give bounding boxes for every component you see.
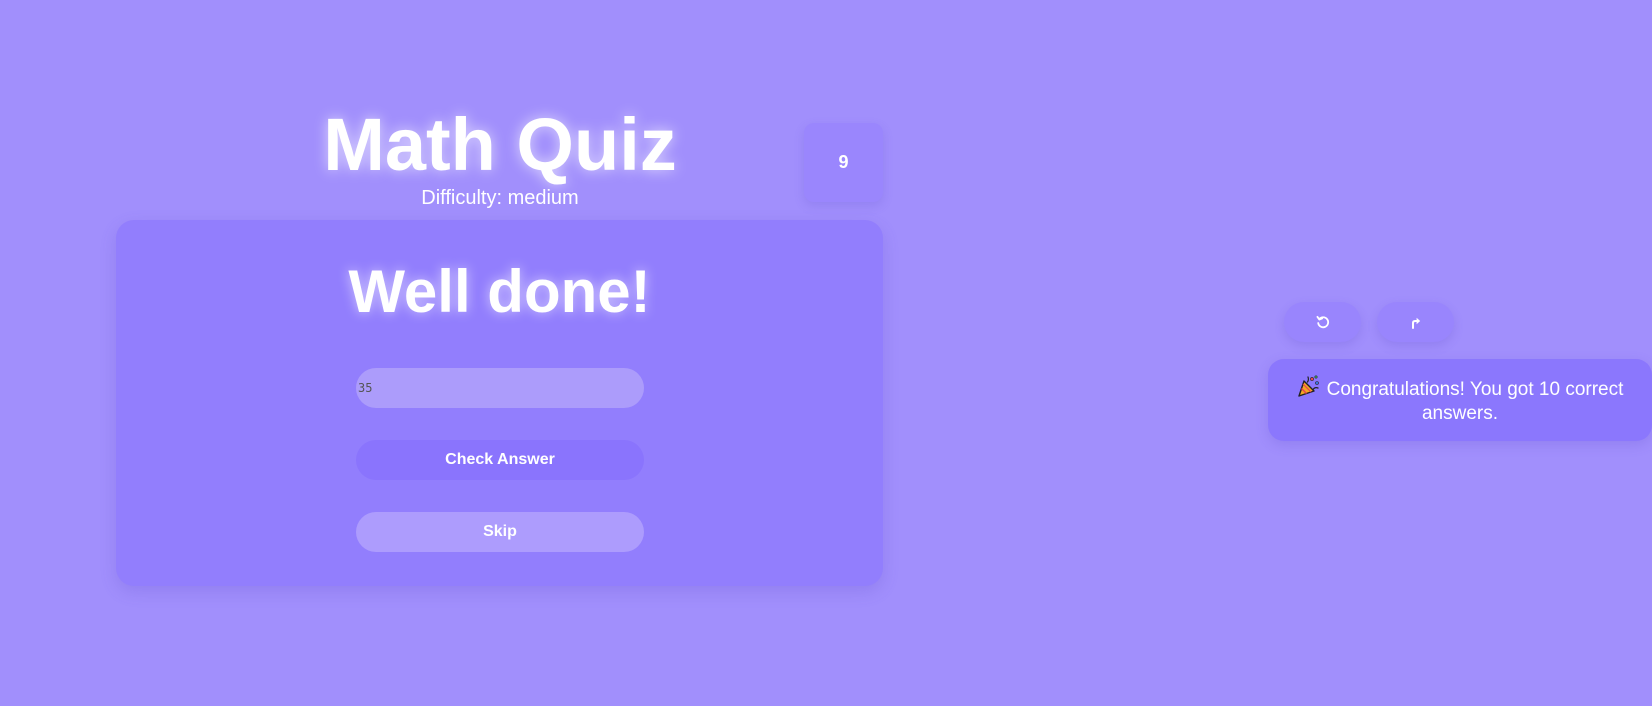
share-button[interactable] [1377, 302, 1454, 342]
feedback-message: Well done! [348, 258, 651, 325]
restart-button[interactable] [1284, 302, 1361, 342]
answer-input[interactable] [356, 368, 644, 408]
restart-icon [1316, 315, 1330, 329]
toast-message: Congratulations! You got 10 correct answ… [1326, 379, 1624, 424]
congratulations-toast: Congratulations! You got 10 correct answ… [1268, 359, 1652, 441]
check-answer-button[interactable]: Check Answer [356, 440, 644, 480]
page-title: Math Quiz [323, 103, 677, 186]
quiz-card: Well done! Check Answer Skip [116, 220, 883, 586]
difficulty-label: Difficulty: medium [421, 187, 579, 209]
share-icon [1409, 315, 1423, 329]
party-popper-icon [1297, 374, 1321, 398]
score-badge: 9 [804, 123, 883, 202]
skip-button[interactable]: Skip [356, 512, 644, 552]
